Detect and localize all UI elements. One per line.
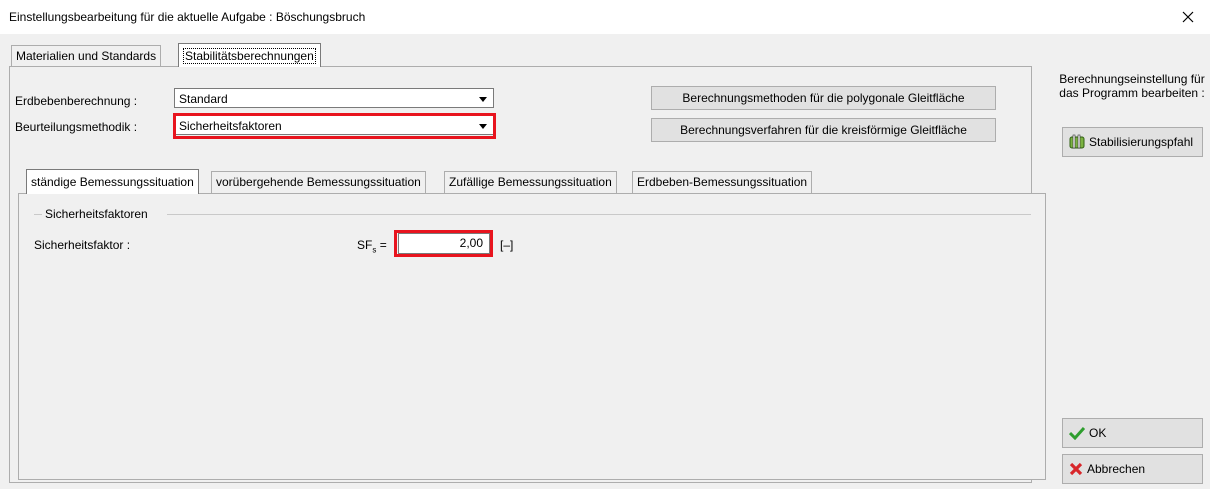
earthquake-value: Standard	[179, 92, 228, 106]
tab-transient-situation[interactable]: vorübergehende Bemessungssituation	[211, 171, 426, 193]
method-select[interactable]: Sicherheitsfaktoren	[174, 115, 494, 135]
tab-seismic-situation[interactable]: Erdbeben-Bemessungssituation	[632, 171, 813, 193]
tab-seismic-label: Erdbeben-Bemessungssituation	[637, 175, 808, 189]
window-title: Einstellungsbearbeitung für die aktuelle…	[9, 10, 366, 24]
polygonal-methods-button[interactable]: Berechnungsmethoden für die polygonale G…	[651, 86, 996, 110]
cancel-label: Abbrechen	[1087, 462, 1146, 476]
safety-factor-label: Sicherheitsfaktor :	[34, 238, 131, 252]
checkmark-icon	[1069, 426, 1085, 440]
stabilization-pile-button[interactable]: Stabilisierungspfahl	[1062, 127, 1203, 157]
close-icon	[1182, 11, 1194, 23]
tab-materials-and-standards[interactable]: Materialien und Standards	[11, 45, 162, 66]
method-label: Beurteilungsmethodik :	[15, 120, 138, 134]
tab-permanent-situation[interactable]: ständige Bemessungssituation	[26, 169, 199, 194]
title-bar: Einstellungsbearbeitung für die aktuelle…	[0, 0, 1210, 34]
sf-symbol-subscript: s	[372, 245, 377, 255]
group-title: Sicherheitsfaktoren	[45, 207, 148, 221]
cancel-button[interactable]: Abbrechen	[1062, 454, 1203, 484]
tab-stability-calculations[interactable]: Stabilitätsberechnungen	[178, 43, 321, 67]
ok-label: OK	[1089, 426, 1107, 440]
stabilization-pile-label: Stabilisierungspfahl	[1089, 135, 1194, 149]
group-divider	[167, 214, 1031, 215]
chevron-down-icon	[479, 97, 487, 102]
earthquake-select[interactable]: Standard	[174, 88, 494, 108]
tab-stability-label: Stabilitätsberechnungen	[183, 48, 316, 64]
close-button[interactable]	[1166, 0, 1210, 34]
tab-transient-label: vorübergehende Bemessungssituation	[216, 175, 421, 189]
safety-factor-input[interactable]: 2,00	[398, 233, 490, 254]
polygonal-methods-label: Berechnungsmethoden für die polygonale G…	[682, 91, 965, 105]
permanent-situation-panel	[18, 193, 1046, 480]
safety-factor-unit: [–]	[500, 238, 514, 252]
safety-factor-symbol: SFs =	[357, 238, 387, 254]
sf-symbol-equals: =	[379, 238, 387, 252]
pile-icon	[1069, 134, 1085, 150]
tab-accidental-label: Zufällige Bemessungssituation	[449, 175, 612, 189]
tab-materials-label: Materialien und Standards	[16, 49, 157, 63]
circular-methods-label: Berechnungsverfahren für die kreisförmig…	[680, 123, 967, 137]
sf-symbol-text: SF	[357, 238, 373, 252]
ok-button[interactable]: OK	[1062, 418, 1203, 448]
cancel-x-icon	[1069, 462, 1083, 476]
program-settings-description: Berechnungseinstellung für das Programm …	[1059, 72, 1205, 100]
settings-dialog: Einstellungsbearbeitung für die aktuelle…	[0, 0, 1210, 489]
tab-permanent-label: ständige Bemessungssituation	[31, 175, 194, 189]
earthquake-label: Erdbebenberechnung :	[15, 94, 138, 108]
tab-accidental-situation[interactable]: Zufällige Bemessungssituation	[444, 171, 617, 193]
chevron-down-icon	[479, 124, 487, 129]
method-value: Sicherheitsfaktoren	[179, 119, 282, 133]
circular-methods-button[interactable]: Berechnungsverfahren für die kreisförmig…	[651, 118, 996, 142]
group-divider	[34, 214, 42, 215]
